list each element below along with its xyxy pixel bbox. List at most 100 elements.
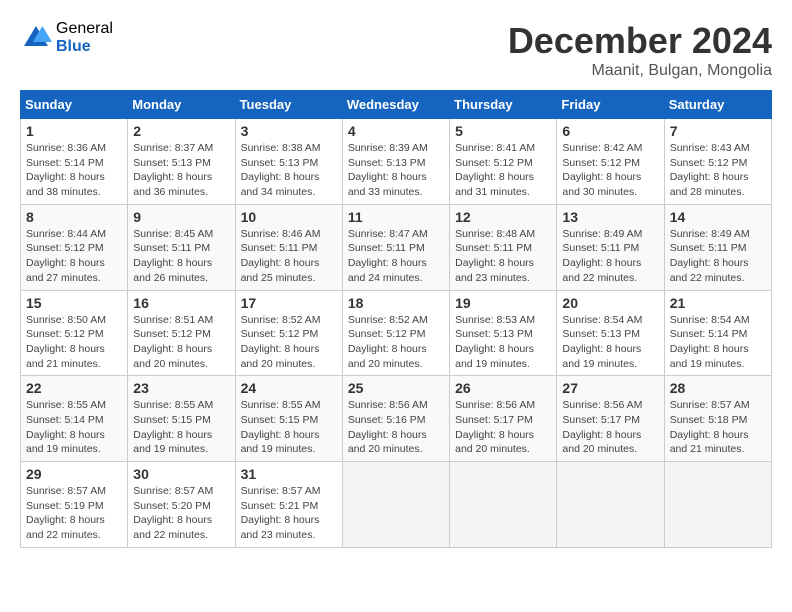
- header-tuesday: Tuesday: [235, 91, 342, 119]
- day-info: Sunrise: 8:56 AMSunset: 5:16 PMDaylight:…: [348, 399, 428, 455]
- table-row: 14 Sunrise: 8:49 AMSunset: 5:11 PMDaylig…: [664, 204, 771, 290]
- day-number: 11: [348, 209, 444, 225]
- title-area: December 2024 Maanit, Bulgan, Mongolia: [508, 20, 772, 80]
- day-number: 22: [26, 380, 122, 396]
- day-number: 26: [455, 380, 551, 396]
- day-info: Sunrise: 8:44 AMSunset: 5:12 PMDaylight:…: [26, 228, 106, 284]
- calendar-week-row: 1 Sunrise: 8:36 AMSunset: 5:14 PMDayligh…: [21, 119, 772, 205]
- day-info: Sunrise: 8:52 AMSunset: 5:12 PMDaylight:…: [241, 314, 321, 370]
- day-info: Sunrise: 8:45 AMSunset: 5:11 PMDaylight:…: [133, 228, 213, 284]
- table-row: 29 Sunrise: 8:57 AMSunset: 5:19 PMDaylig…: [21, 462, 128, 548]
- main-title: December 2024: [508, 20, 772, 62]
- calendar-week-row: 8 Sunrise: 8:44 AMSunset: 5:12 PMDayligh…: [21, 204, 772, 290]
- day-info: Sunrise: 8:47 AMSunset: 5:11 PMDaylight:…: [348, 228, 428, 284]
- day-info: Sunrise: 8:56 AMSunset: 5:17 PMDaylight:…: [562, 399, 642, 455]
- day-info: Sunrise: 8:57 AMSunset: 5:19 PMDaylight:…: [26, 485, 106, 541]
- table-row: 28 Sunrise: 8:57 AMSunset: 5:18 PMDaylig…: [664, 376, 771, 462]
- day-number: 5: [455, 123, 551, 139]
- day-number: 29: [26, 466, 122, 482]
- day-number: 28: [670, 380, 766, 396]
- calendar: Sunday Monday Tuesday Wednesday Thursday…: [20, 90, 772, 548]
- table-row: 13 Sunrise: 8:49 AMSunset: 5:11 PMDaylig…: [557, 204, 664, 290]
- day-number: 19: [455, 295, 551, 311]
- header-saturday: Saturday: [664, 91, 771, 119]
- day-number: 30: [133, 466, 229, 482]
- table-row: 2 Sunrise: 8:37 AMSunset: 5:13 PMDayligh…: [128, 119, 235, 205]
- day-info: Sunrise: 8:42 AMSunset: 5:12 PMDaylight:…: [562, 142, 642, 198]
- logo-icon: [20, 22, 52, 54]
- table-row: 8 Sunrise: 8:44 AMSunset: 5:12 PMDayligh…: [21, 204, 128, 290]
- table-row: [342, 462, 449, 548]
- table-row: 31 Sunrise: 8:57 AMSunset: 5:21 PMDaylig…: [235, 462, 342, 548]
- calendar-header-row: Sunday Monday Tuesday Wednesday Thursday…: [21, 91, 772, 119]
- table-row: 7 Sunrise: 8:43 AMSunset: 5:12 PMDayligh…: [664, 119, 771, 205]
- day-number: 24: [241, 380, 337, 396]
- table-row: 3 Sunrise: 8:38 AMSunset: 5:13 PMDayligh…: [235, 119, 342, 205]
- day-info: Sunrise: 8:51 AMSunset: 5:12 PMDaylight:…: [133, 314, 213, 370]
- day-number: 4: [348, 123, 444, 139]
- header-sunday: Sunday: [21, 91, 128, 119]
- day-number: 18: [348, 295, 444, 311]
- table-row: 25 Sunrise: 8:56 AMSunset: 5:16 PMDaylig…: [342, 376, 449, 462]
- table-row: [557, 462, 664, 548]
- header-monday: Monday: [128, 91, 235, 119]
- table-row: 23 Sunrise: 8:55 AMSunset: 5:15 PMDaylig…: [128, 376, 235, 462]
- day-number: 17: [241, 295, 337, 311]
- day-info: Sunrise: 8:38 AMSunset: 5:13 PMDaylight:…: [241, 142, 321, 198]
- day-number: 6: [562, 123, 658, 139]
- day-info: Sunrise: 8:46 AMSunset: 5:11 PMDaylight:…: [241, 228, 321, 284]
- day-info: Sunrise: 8:36 AMSunset: 5:14 PMDaylight:…: [26, 142, 106, 198]
- day-info: Sunrise: 8:37 AMSunset: 5:13 PMDaylight:…: [133, 142, 213, 198]
- day-info: Sunrise: 8:56 AMSunset: 5:17 PMDaylight:…: [455, 399, 535, 455]
- day-number: 15: [26, 295, 122, 311]
- day-info: Sunrise: 8:55 AMSunset: 5:15 PMDaylight:…: [133, 399, 213, 455]
- day-info: Sunrise: 8:57 AMSunset: 5:18 PMDaylight:…: [670, 399, 750, 455]
- table-row: 10 Sunrise: 8:46 AMSunset: 5:11 PMDaylig…: [235, 204, 342, 290]
- table-row: 24 Sunrise: 8:55 AMSunset: 5:15 PMDaylig…: [235, 376, 342, 462]
- day-info: Sunrise: 8:43 AMSunset: 5:12 PMDaylight:…: [670, 142, 750, 198]
- day-info: Sunrise: 8:55 AMSunset: 5:15 PMDaylight:…: [241, 399, 321, 455]
- table-row: 17 Sunrise: 8:52 AMSunset: 5:12 PMDaylig…: [235, 290, 342, 376]
- header: General Blue December 2024 Maanit, Bulga…: [20, 20, 772, 80]
- table-row: 16 Sunrise: 8:51 AMSunset: 5:12 PMDaylig…: [128, 290, 235, 376]
- table-row: 30 Sunrise: 8:57 AMSunset: 5:20 PMDaylig…: [128, 462, 235, 548]
- table-row: 12 Sunrise: 8:48 AMSunset: 5:11 PMDaylig…: [450, 204, 557, 290]
- day-number: 27: [562, 380, 658, 396]
- calendar-week-row: 22 Sunrise: 8:55 AMSunset: 5:14 PMDaylig…: [21, 376, 772, 462]
- day-number: 9: [133, 209, 229, 225]
- calendar-week-row: 29 Sunrise: 8:57 AMSunset: 5:19 PMDaylig…: [21, 462, 772, 548]
- day-number: 2: [133, 123, 229, 139]
- table-row: 1 Sunrise: 8:36 AMSunset: 5:14 PMDayligh…: [21, 119, 128, 205]
- day-info: Sunrise: 8:49 AMSunset: 5:11 PMDaylight:…: [562, 228, 642, 284]
- day-info: Sunrise: 8:39 AMSunset: 5:13 PMDaylight:…: [348, 142, 428, 198]
- day-info: Sunrise: 8:50 AMSunset: 5:12 PMDaylight:…: [26, 314, 106, 370]
- table-row: 18 Sunrise: 8:52 AMSunset: 5:12 PMDaylig…: [342, 290, 449, 376]
- day-info: Sunrise: 8:48 AMSunset: 5:11 PMDaylight:…: [455, 228, 535, 284]
- day-number: 23: [133, 380, 229, 396]
- logo: General Blue: [20, 20, 113, 55]
- day-number: 13: [562, 209, 658, 225]
- day-info: Sunrise: 8:41 AMSunset: 5:12 PMDaylight:…: [455, 142, 535, 198]
- day-info: Sunrise: 8:52 AMSunset: 5:12 PMDaylight:…: [348, 314, 428, 370]
- logo-blue: Blue: [56, 38, 113, 56]
- table-row: [664, 462, 771, 548]
- day-number: 21: [670, 295, 766, 311]
- logo-text: General Blue: [56, 20, 113, 55]
- day-number: 1: [26, 123, 122, 139]
- day-info: Sunrise: 8:57 AMSunset: 5:21 PMDaylight:…: [241, 485, 321, 541]
- table-row: 15 Sunrise: 8:50 AMSunset: 5:12 PMDaylig…: [21, 290, 128, 376]
- day-number: 12: [455, 209, 551, 225]
- table-row: 6 Sunrise: 8:42 AMSunset: 5:12 PMDayligh…: [557, 119, 664, 205]
- day-number: 20: [562, 295, 658, 311]
- day-info: Sunrise: 8:49 AMSunset: 5:11 PMDaylight:…: [670, 228, 750, 284]
- day-number: 3: [241, 123, 337, 139]
- header-thursday: Thursday: [450, 91, 557, 119]
- table-row: [450, 462, 557, 548]
- day-number: 14: [670, 209, 766, 225]
- subtitle: Maanit, Bulgan, Mongolia: [508, 62, 772, 80]
- table-row: 9 Sunrise: 8:45 AMSunset: 5:11 PMDayligh…: [128, 204, 235, 290]
- day-number: 16: [133, 295, 229, 311]
- table-row: 11 Sunrise: 8:47 AMSunset: 5:11 PMDaylig…: [342, 204, 449, 290]
- table-row: 4 Sunrise: 8:39 AMSunset: 5:13 PMDayligh…: [342, 119, 449, 205]
- day-info: Sunrise: 8:57 AMSunset: 5:20 PMDaylight:…: [133, 485, 213, 541]
